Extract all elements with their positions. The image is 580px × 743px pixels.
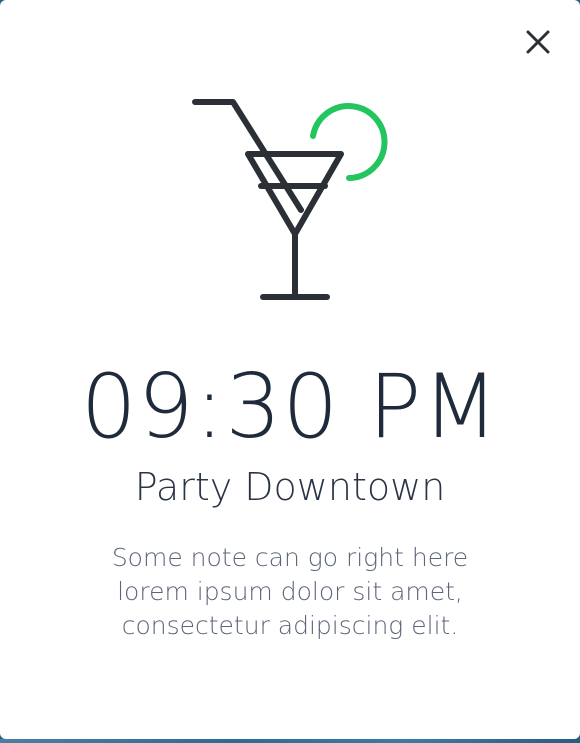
background-strip [0, 739, 580, 743]
event-note: Some note can go right here lorem ipsum … [111, 543, 469, 640]
cocktail-icon [185, 90, 395, 310]
close-button[interactable] [520, 24, 556, 60]
close-icon [526, 30, 550, 54]
event-reminder-modal: 09:30 PM Party Downtown Some note can go… [0, 0, 580, 739]
event-title: Party Downtown [134, 465, 446, 509]
event-time: 09:30 PM [80, 355, 500, 458]
